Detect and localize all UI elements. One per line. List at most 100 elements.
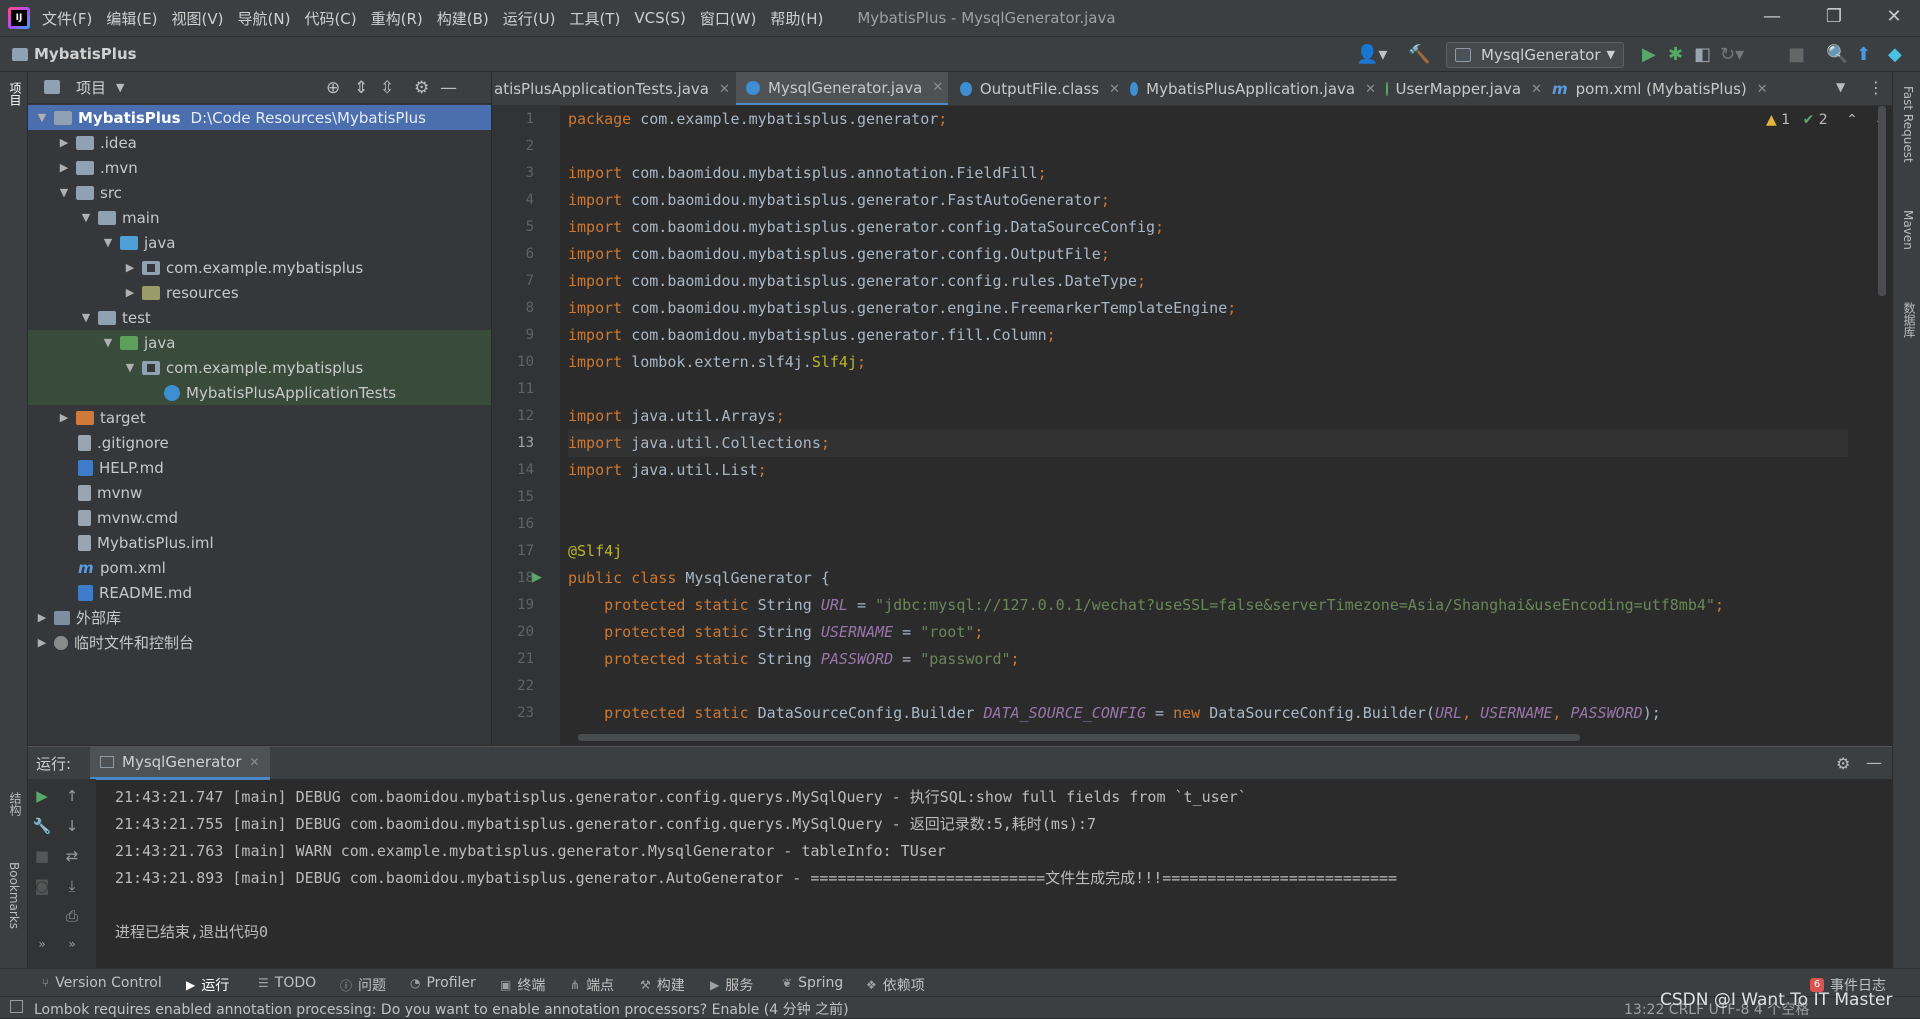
menu-view[interactable]: 视图(V) bbox=[172, 8, 224, 29]
tab-pom-xml[interactable]: m pom.xml (MybatisPlus) ✕ bbox=[1542, 72, 1772, 105]
code-area[interactable]: package com.example.mybatisplus.generato… bbox=[568, 106, 1848, 726]
expand-all-icon[interactable]: ⇕ bbox=[354, 78, 368, 98]
chevron-right-icon[interactable]: ▶ bbox=[122, 261, 138, 274]
scroll-to-end-icon[interactable]: ⤓ bbox=[60, 877, 84, 895]
menu-build[interactable]: 构建(B) bbox=[437, 8, 489, 29]
tree-item-mvnw-cmd[interactable]: mvnw.cmd bbox=[28, 505, 491, 530]
stop-icon[interactable]: ■ bbox=[30, 847, 54, 865]
tree-item-root[interactable]: ▼ MybatisPlus D:\Code Resources\MybatisP… bbox=[28, 105, 491, 130]
project-tool-tab[interactable]: 项目 bbox=[7, 82, 24, 106]
menu-help[interactable]: 帮助(H) bbox=[770, 8, 823, 29]
tree-item-test-java[interactable]: ▼ java bbox=[28, 330, 491, 355]
chevron-down-icon[interactable]: ▼ bbox=[116, 81, 124, 94]
chevron-right-icon[interactable]: ▶ bbox=[56, 136, 72, 149]
toggle-tool-windows-icon[interactable] bbox=[10, 1000, 23, 1013]
more-icon[interactable]: » bbox=[30, 937, 54, 951]
tree-item-iml[interactable]: MybatisPlus.iml bbox=[28, 530, 491, 555]
chevron-down-icon[interactable]: ▼ bbox=[56, 186, 72, 199]
collapse-all-icon[interactable]: ⇳ bbox=[380, 78, 394, 98]
tool-terminal[interactable]: ▣ 终端 bbox=[500, 975, 545, 995]
tree-item-test[interactable]: ▼ test bbox=[28, 305, 491, 330]
tab-usermapper-java[interactable]: UserMapper.java ✕ bbox=[1376, 72, 1542, 105]
close-icon[interactable]: ✕ bbox=[719, 82, 730, 97]
stop-icon[interactable]: ■ bbox=[1788, 45, 1805, 65]
coverage-icon[interactable]: ◧ bbox=[1694, 45, 1711, 65]
locate-icon[interactable]: ⊕ bbox=[326, 78, 340, 98]
tree-item-scratches[interactable]: ▶ 临时文件和控制台 bbox=[28, 630, 491, 655]
tree-item-main[interactable]: ▼ main bbox=[28, 205, 491, 230]
chevron-right-icon[interactable]: ▶ bbox=[56, 411, 72, 424]
editor-vertical-scrollbar[interactable] bbox=[1878, 106, 1886, 296]
menu-edit[interactable]: 编辑(E) bbox=[106, 8, 157, 29]
close-icon[interactable]: ✕ bbox=[250, 755, 260, 769]
rerun-icon[interactable]: ▶ bbox=[30, 787, 54, 805]
tool-build[interactable]: ⚒ 构建 bbox=[640, 975, 685, 995]
debug-icon[interactable]: ✱ bbox=[1668, 45, 1683, 65]
tool-endpoints[interactable]: ⋔ 端点 bbox=[570, 975, 614, 995]
run-tab-mysqlgenerator[interactable]: MysqlGenerator ✕ bbox=[90, 747, 270, 780]
fast-request-tab[interactable]: Fast Request bbox=[1901, 86, 1915, 163]
tool-profiler[interactable]: ◔ Profiler bbox=[410, 975, 476, 991]
chevron-right-icon[interactable]: ▶ bbox=[34, 611, 50, 624]
search-icon[interactable]: 🔍 bbox=[1826, 45, 1848, 65]
run-icon[interactable]: ▶ bbox=[1642, 45, 1656, 65]
hide-panel-icon[interactable]: — bbox=[1866, 753, 1882, 772]
wrench-icon[interactable]: 🔧 bbox=[30, 817, 54, 835]
chevron-down-icon[interactable]: ▼ bbox=[100, 236, 116, 249]
run-gutter-icon[interactable]: ▶ bbox=[532, 570, 542, 585]
run-config-selector[interactable]: MysqlGenerator ▼ bbox=[1446, 42, 1624, 68]
profile-icon[interactable]: ↻▾ bbox=[1720, 45, 1744, 65]
tree-item-mvn[interactable]: ▶ .mvn bbox=[28, 155, 491, 180]
tree-item-main-package[interactable]: ▶ com.example.mybatisplus bbox=[28, 255, 491, 280]
close-icon[interactable]: ✕ bbox=[1109, 82, 1120, 97]
more-options-icon[interactable]: ⋮ bbox=[1868, 78, 1884, 97]
tree-item-readme[interactable]: README.md bbox=[28, 580, 491, 605]
gear-icon[interactable]: ⚙ bbox=[1836, 754, 1850, 773]
close-icon[interactable]: ✕ bbox=[1757, 82, 1768, 97]
tab-outputfile-class[interactable]: OutputFile.class ✕ bbox=[950, 72, 1120, 105]
tool-spring[interactable]: ❦ Spring bbox=[782, 975, 843, 991]
tree-item-pom[interactable]: m pom.xml bbox=[28, 555, 491, 580]
tree-item-gitignore[interactable]: .gitignore bbox=[28, 430, 491, 455]
chevron-up-icon[interactable]: ⌃ bbox=[1846, 112, 1858, 128]
gear-icon[interactable]: ⚙ bbox=[414, 78, 429, 98]
structure-tool-tab[interactable]: 结构 bbox=[7, 792, 24, 816]
toolbox-icon[interactable]: ◆ bbox=[1888, 45, 1902, 65]
tool-services[interactable]: ▶ 服务 bbox=[710, 975, 753, 995]
chevron-down-icon[interactable]: ▼ bbox=[122, 361, 138, 374]
build-hammer-icon[interactable]: 🔨 bbox=[1408, 45, 1430, 65]
hide-panel-icon[interactable]: — bbox=[440, 78, 457, 98]
tree-item-resources[interactable]: ▶ resources bbox=[28, 280, 491, 305]
chevron-right-icon[interactable]: ▶ bbox=[122, 286, 138, 299]
project-panel-title[interactable]: 项目 bbox=[76, 77, 106, 98]
close-icon[interactable]: ✕ bbox=[932, 80, 943, 95]
tool-dependencies[interactable]: ❖ 依赖项 bbox=[866, 975, 925, 995]
tab-application-java[interactable]: MybatisPlusApplication.java ✕ bbox=[1120, 72, 1376, 105]
tool-version-control[interactable]: ⑂ Version Control bbox=[42, 975, 162, 991]
tree-item-test-class[interactable]: MybatisPlusApplicationTests bbox=[28, 380, 491, 405]
menu-tools[interactable]: 工具(T) bbox=[569, 8, 620, 29]
tool-problems[interactable]: ⓘ 问题 bbox=[340, 975, 386, 995]
soft-wrap-icon[interactable]: ⇄ bbox=[60, 847, 84, 865]
tree-item-src[interactable]: ▼ src bbox=[28, 180, 491, 205]
minimize-icon[interactable]: — bbox=[1760, 6, 1784, 27]
restore-icon[interactable]: ❐ bbox=[1822, 6, 1846, 27]
maven-tab[interactable]: Maven bbox=[1901, 210, 1915, 250]
database-tab[interactable]: 数据库 bbox=[1901, 302, 1918, 338]
print-icon[interactable]: ⎙ bbox=[60, 907, 84, 925]
tool-todo[interactable]: ☰ TODO bbox=[258, 975, 316, 991]
tab-tests-java[interactable]: atisPlusApplicationTests.java ✕ bbox=[492, 72, 736, 105]
tree-item-test-package[interactable]: ▼ com.example.mybatisplus bbox=[28, 355, 491, 380]
tab-mysqlgenerator-java[interactable]: MysqlGenerator.java ✕ bbox=[736, 72, 948, 105]
menu-file[interactable]: 文件(F) bbox=[42, 8, 92, 29]
breadcrumb-project[interactable]: MybatisPlus bbox=[34, 45, 137, 63]
chevron-down-icon[interactable]: ▼ bbox=[1836, 80, 1845, 94]
user-icon[interactable]: 👤▾ bbox=[1356, 45, 1387, 65]
tree-item-external-libraries[interactable]: ▶ 外部库 bbox=[28, 605, 491, 630]
tool-run[interactable]: ▶ 运行 bbox=[186, 975, 229, 995]
inspection-widget[interactable]: ▲ 1 ✔ 2 ⌃ ⌄ bbox=[1766, 112, 1886, 128]
close-window-icon[interactable]: ✕ bbox=[1882, 6, 1906, 27]
close-icon[interactable]: ✕ bbox=[1531, 82, 1542, 97]
camera-icon[interactable]: ◙ bbox=[30, 877, 54, 895]
chevron-down-icon[interactable]: ▼ bbox=[78, 211, 94, 224]
